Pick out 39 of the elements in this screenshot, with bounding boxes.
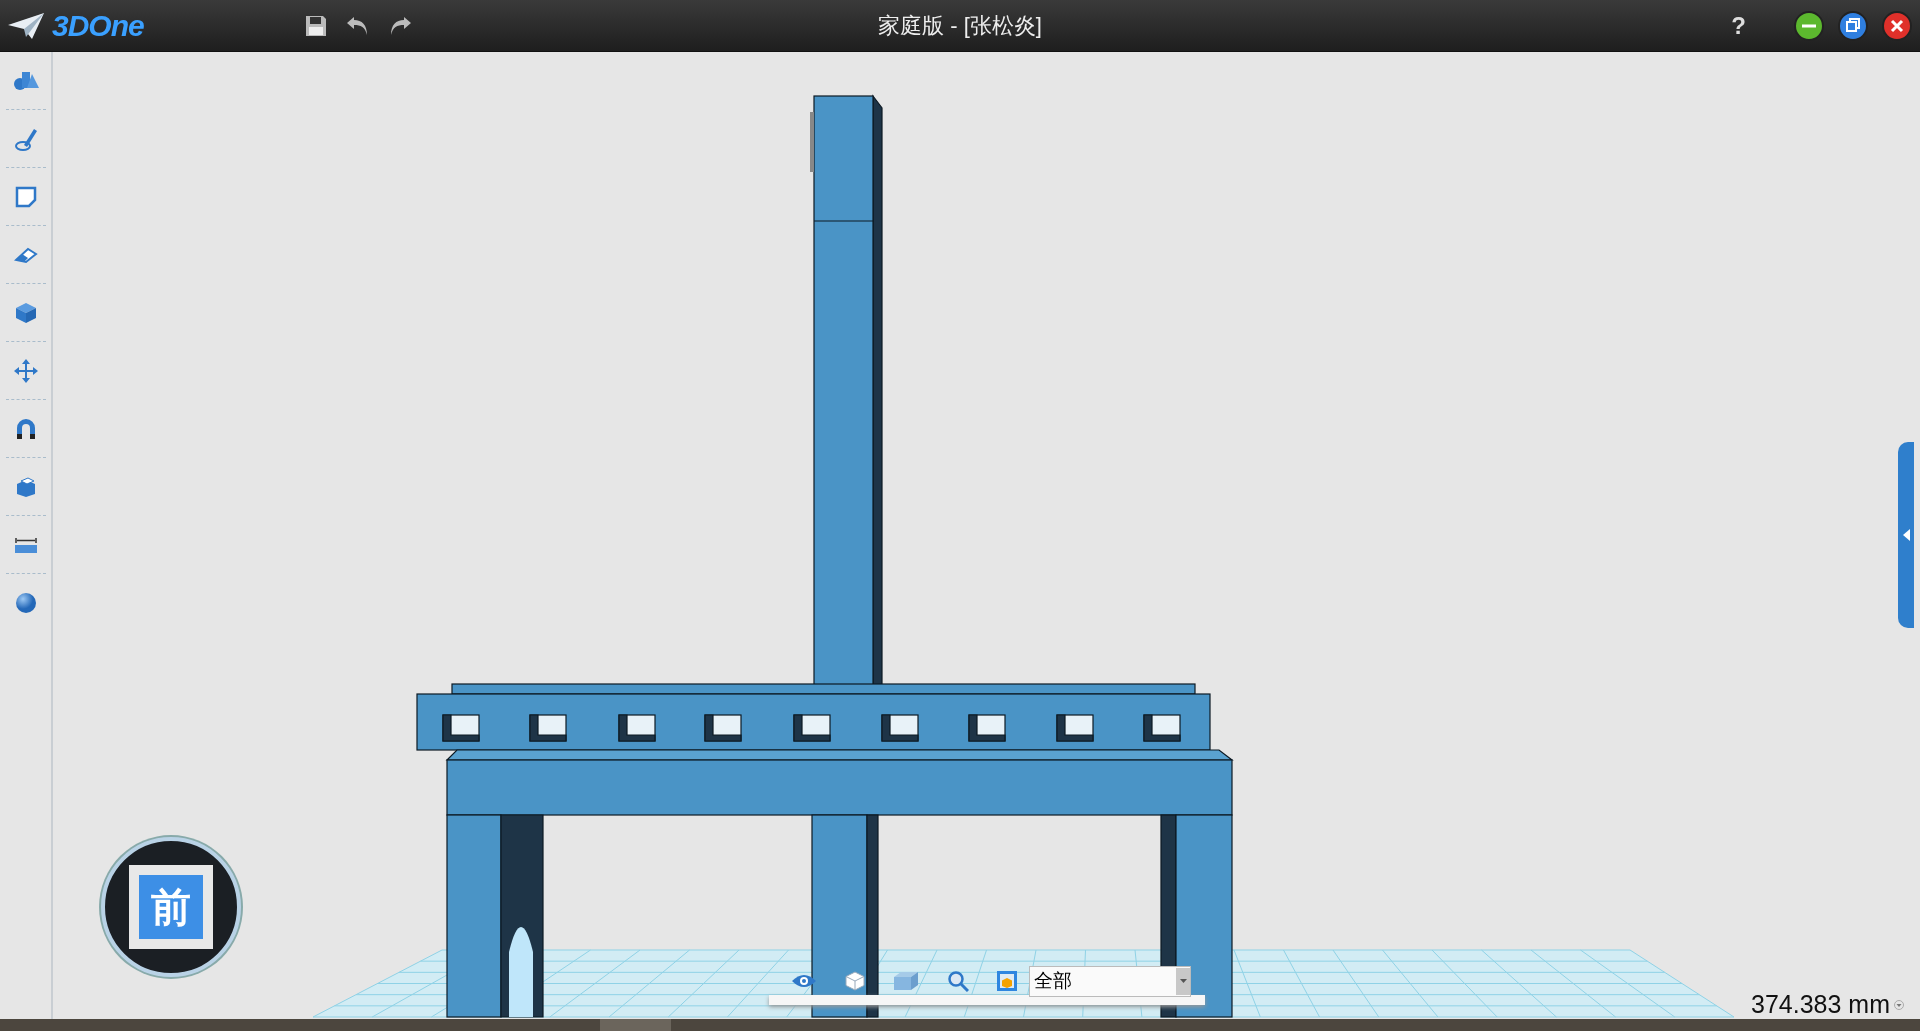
scrollbar-thumb[interactable] xyxy=(600,1019,671,1031)
side-panel-toggle[interactable] xyxy=(1898,442,1914,628)
window-title: 家庭版 - [张松炎] xyxy=(878,12,1042,38)
slot-opening xyxy=(881,714,919,742)
filter-dropdown[interactable]: 全部 xyxy=(1029,965,1191,997)
sphere-icon[interactable] xyxy=(14,592,37,614)
undo-icon[interactable] xyxy=(346,14,370,37)
box-icon[interactable] xyxy=(893,971,919,991)
redo-icon[interactable] xyxy=(388,14,412,37)
slot-opening xyxy=(442,714,480,742)
slot-opening xyxy=(1143,714,1181,742)
eye-icon[interactable] xyxy=(791,973,817,989)
move-arrows-icon[interactable] xyxy=(13,358,38,383)
pencil-icon[interactable] xyxy=(14,126,37,151)
measurement-readout: 374.383 mm xyxy=(1751,990,1890,1019)
ruler-icon[interactable] xyxy=(13,535,38,554)
slot-opening xyxy=(529,714,567,742)
eraser-icon[interactable] xyxy=(13,245,38,264)
stacked-boxes-icon[interactable] xyxy=(14,475,37,498)
printer-icon[interactable] xyxy=(997,971,1017,991)
caret-icon[interactable] xyxy=(1179,979,1187,983)
help-button[interactable]: ? xyxy=(1731,11,1746,40)
zoom-icon[interactable] xyxy=(947,970,969,992)
slot-opening xyxy=(793,714,831,742)
slot-opening xyxy=(968,714,1006,742)
slot-opening xyxy=(704,714,742,742)
save-icon[interactable] xyxy=(304,13,328,38)
close-icon[interactable] xyxy=(1882,10,1912,41)
slot-opening xyxy=(618,714,656,742)
arrow-left-icon[interactable] xyxy=(1902,529,1910,541)
cube-icon[interactable] xyxy=(14,301,37,324)
down-caret-icon[interactable] xyxy=(1894,999,1904,1010)
basic-shapes-icon[interactable] xyxy=(12,69,39,92)
cube-outline-icon[interactable] xyxy=(845,971,865,991)
restore-icon[interactable] xyxy=(1838,10,1868,41)
app-logo: 3DOne xyxy=(52,8,144,43)
minimize-icon[interactable] xyxy=(1794,10,1824,41)
magnet-icon[interactable] xyxy=(14,417,37,440)
slot-opening xyxy=(1056,714,1094,742)
